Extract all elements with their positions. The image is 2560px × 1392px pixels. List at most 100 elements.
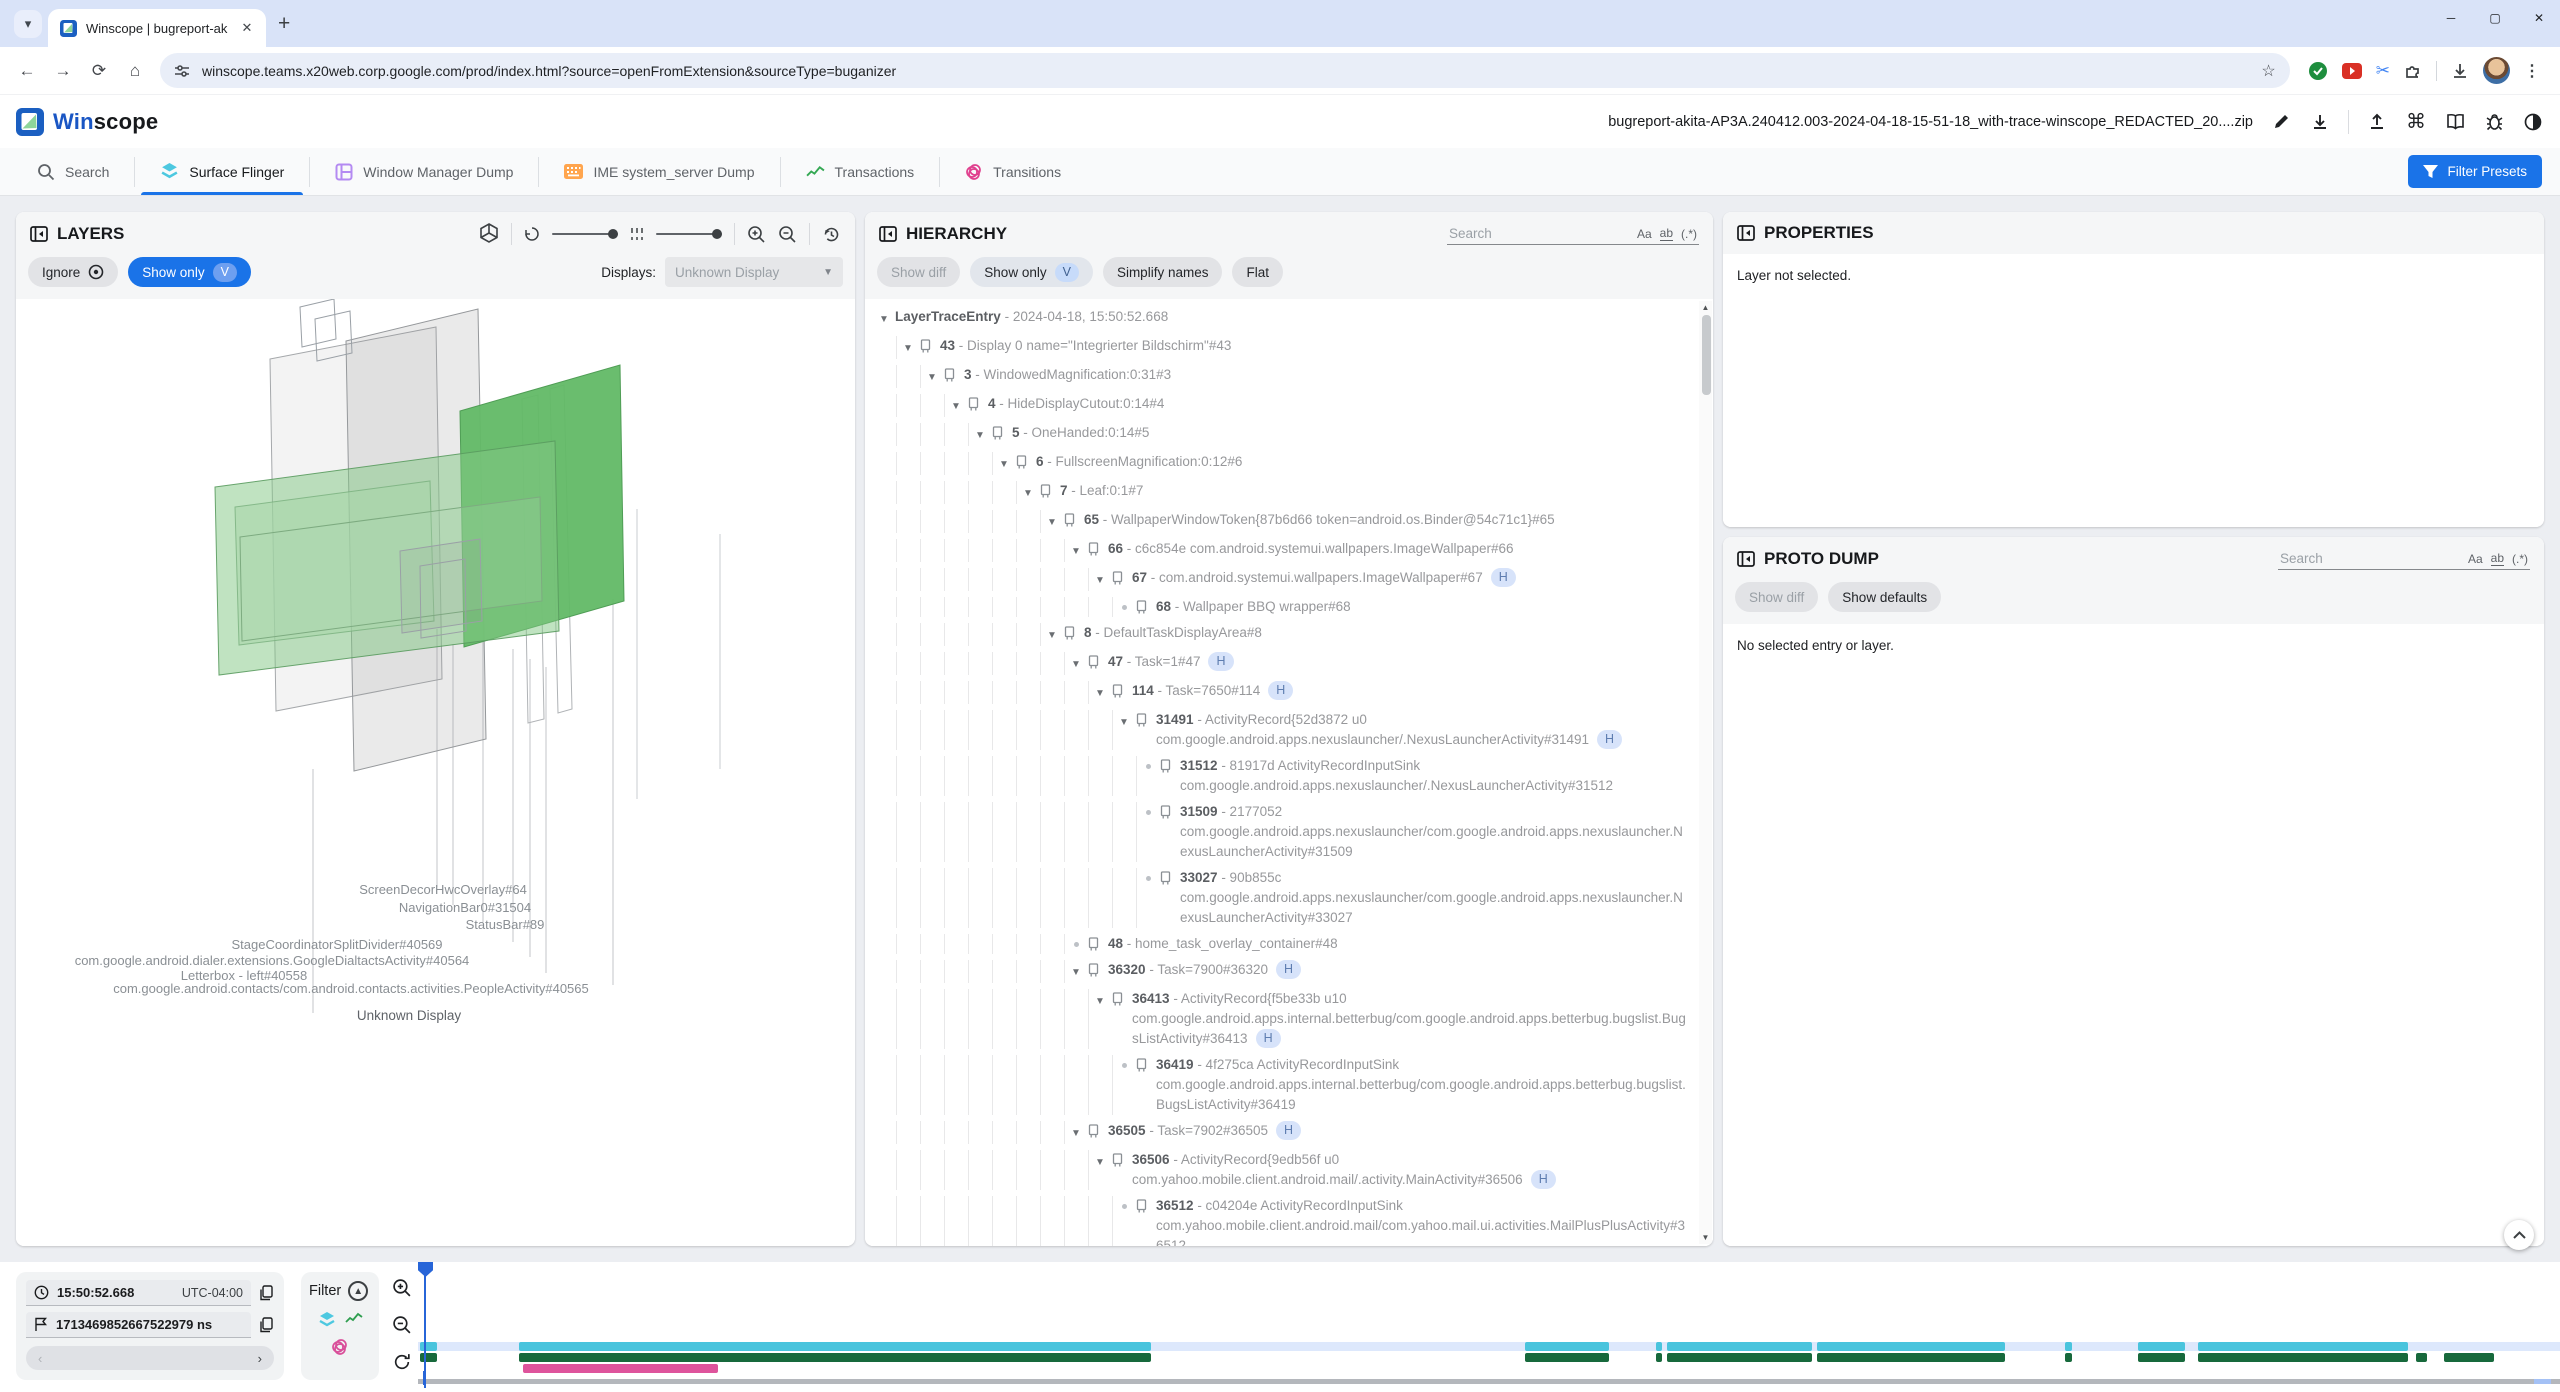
- tree-row[interactable]: ▼ 36413 - ActivityRecord{f5be33b u10 com…: [873, 986, 1699, 1052]
- extensions-puzzle-icon[interactable]: [2404, 62, 2422, 80]
- extension-check-icon[interactable]: [2308, 61, 2328, 81]
- expand-caret-icon[interactable]: ▼: [945, 394, 967, 417]
- tab-close-icon[interactable]: ✕: [238, 19, 256, 37]
- report-bug-icon[interactable]: [2483, 111, 2505, 133]
- expand-caret-icon[interactable]: ▼: [1065, 960, 1087, 983]
- browser-menu-icon[interactable]: ⋮: [2524, 61, 2540, 81]
- copy-icon[interactable]: [259, 1285, 274, 1301]
- forward-icon[interactable]: →: [46, 54, 80, 88]
- expand-caret-icon[interactable]: ▼: [921, 365, 943, 388]
- tree-row[interactable]: ▼ 68 - Wallpaper BBQ wrapper#68: [873, 594, 1699, 620]
- reload-icon[interactable]: ⟳: [82, 54, 116, 88]
- profile-avatar[interactable]: [2483, 57, 2510, 84]
- layer-rect[interactable]: [300, 299, 336, 347]
- expand-caret-icon[interactable]: ▼: [1065, 539, 1087, 562]
- zoom-in-icon[interactable]: [747, 225, 766, 244]
- expand-caret-icon[interactable]: ▼: [1089, 989, 1111, 1012]
- simplify-names-chip[interactable]: Simplify names: [1103, 257, 1223, 287]
- browser-tab[interactable]: Winscope | bugreport-ak ✕: [48, 9, 266, 47]
- timeline-segment[interactable]: [2065, 1353, 2071, 1362]
- timeline-segment[interactable]: [2138, 1353, 2185, 1362]
- tree-row[interactable]: ▼ 31509 - 2177052 com.google.android.app…: [873, 799, 1699, 865]
- tree-row[interactable]: ▼ 31491 - ActivityRecord{52d3872 u0 com.…: [873, 707, 1699, 753]
- timeline-cursor-marker[interactable]: [418, 1262, 433, 1277]
- tree-row[interactable]: ▼ 36512 - c04204e ActivityRecordInputSin…: [873, 1193, 1699, 1246]
- timeline-segment[interactable]: [1656, 1353, 1662, 1362]
- bookmark-star-icon[interactable]: ☆: [2261, 61, 2275, 81]
- timeline-segment[interactable]: [420, 1353, 437, 1362]
- regex-icon[interactable]: (.*): [2512, 552, 2528, 566]
- download-trace-icon[interactable]: [2309, 111, 2331, 133]
- tree-row[interactable]: ▼ 67 - com.android.systemui.wallpapers.I…: [873, 565, 1699, 594]
- upload-icon[interactable]: [2366, 111, 2388, 133]
- hierarchy-search[interactable]: Aa ab (.*): [1447, 223, 1699, 245]
- timeline-segment[interactable]: [1667, 1342, 1813, 1351]
- transactions-trace-icon[interactable]: [345, 1311, 363, 1329]
- match-word-icon[interactable]: ab: [1660, 226, 1673, 241]
- expand-caret-icon[interactable]: ▼: [1041, 623, 1063, 646]
- home-icon[interactable]: ⌂: [118, 54, 152, 88]
- copy-icon[interactable]: [259, 1317, 274, 1333]
- expand-caret-icon[interactable]: ▼: [1113, 710, 1135, 733]
- window-maximize-button[interactable]: ▢: [2478, 6, 2512, 30]
- entry-stepper[interactable]: ‹ ›: [26, 1346, 274, 1370]
- zoom-out-icon[interactable]: [778, 225, 797, 244]
- tab-transactions[interactable]: Transactions: [781, 148, 940, 195]
- rotation-slider[interactable]: [552, 233, 618, 235]
- timeline-segment[interactable]: [420, 1342, 437, 1351]
- flat-chip[interactable]: Flat: [1232, 257, 1283, 287]
- human-time-field[interactable]: 15:50:52.668 UTC-04:00: [26, 1280, 251, 1306]
- expand-caret-icon[interactable]: ▼: [993, 452, 1015, 475]
- expand-caret-icon[interactable]: ▼: [969, 423, 991, 446]
- expand-caret-icon[interactable]: ▼: [897, 336, 919, 359]
- timeline-segment[interactable]: [2065, 1342, 2071, 1351]
- tree-row[interactable]: ▼ 36419 - 4f275ca ActivityRecordInputSin…: [873, 1052, 1699, 1118]
- tab-transitions[interactable]: Transitions: [940, 148, 1086, 195]
- timeline-segment[interactable]: [519, 1342, 1151, 1351]
- timeline-segment[interactable]: [2416, 1353, 2427, 1362]
- match-case-icon[interactable]: Aa: [1637, 227, 1652, 241]
- show-only-chip[interactable]: Show only V: [970, 257, 1093, 287]
- window-minimize-button[interactable]: ─: [2434, 6, 2468, 30]
- expand-caret-icon[interactable]: ▼: [1065, 1121, 1087, 1144]
- tree-row[interactable]: ▼ 31512 - 81917d ActivityRecordInputSink…: [873, 753, 1699, 799]
- dark-mode-icon[interactable]: [2522, 111, 2544, 133]
- layer-rect[interactable]: [400, 539, 482, 633]
- tree-row[interactable]: ▼ 66 - c6c854e com.android.systemui.wall…: [873, 536, 1699, 565]
- expand-caret-icon[interactable]: ▼: [1089, 1150, 1111, 1173]
- downloads-icon[interactable]: [2451, 62, 2469, 80]
- tab-search[interactable]: Search: [12, 148, 134, 195]
- timeline-segment[interactable]: [2198, 1342, 2408, 1351]
- tree-row[interactable]: ▼ 36505 - Task=7902#36505H: [873, 1118, 1699, 1147]
- timeline-segment[interactable]: [2444, 1353, 2493, 1362]
- timeline-segment[interactable]: [2138, 1342, 2185, 1351]
- transitions-segments-row[interactable]: [418, 1364, 2560, 1373]
- tab-ime-system-server-dump[interactable]: IME system_server Dump: [539, 148, 779, 195]
- timeline-canvas[interactable]: [418, 1262, 2560, 1392]
- transactions-segments-row[interactable]: [418, 1353, 2560, 1362]
- extension-video-icon[interactable]: [2342, 63, 2362, 79]
- match-case-icon[interactable]: Aa: [2468, 552, 2483, 566]
- timeline-zoom-out-icon[interactable]: [392, 1315, 412, 1335]
- timeline-segment[interactable]: [1667, 1353, 1813, 1362]
- tree-row[interactable]: ▼ 7 - Leaf:0:1#7: [873, 478, 1699, 507]
- tree-row[interactable]: ▼ 48 - home_task_overlay_container#48: [873, 931, 1699, 957]
- documentation-book-icon[interactable]: [2444, 111, 2466, 133]
- 3d-view-icon[interactable]: [479, 223, 499, 245]
- timeline-scrollbar[interactable]: [418, 1379, 2560, 1384]
- window-close-button[interactable]: ✕: [2522, 6, 2556, 30]
- proto-search-input[interactable]: [2280, 551, 2460, 566]
- tree-row[interactable]: ▼ 43 - Display 0 name="Integrierter Bild…: [873, 333, 1699, 362]
- rects-3d-view[interactable]: ScreenDecorHwcOverlay#64NavigationBar0#3…: [16, 299, 855, 1246]
- tree-row[interactable]: ▼ 5 - OneHanded:0:14#5: [873, 420, 1699, 449]
- tree-row[interactable]: ▼ 3 - WindowedMagnification:0:31#3: [873, 362, 1699, 391]
- timeline-segment[interactable]: [2198, 1353, 2408, 1362]
- show-only-chip[interactable]: Show only V: [128, 257, 251, 287]
- tab-surface-flinger[interactable]: Surface Flinger: [135, 148, 309, 195]
- tree-row[interactable]: ▼ 36320 - Task=7900#36320H: [873, 957, 1699, 986]
- timeline-segment[interactable]: [1656, 1342, 1662, 1351]
- timeline-zoom-in-icon[interactable]: [392, 1278, 412, 1298]
- omnibox[interactable]: winscope.teams.x20web.corp.google.com/pr…: [160, 53, 2290, 88]
- expand-caret-icon[interactable]: ▼: [1041, 510, 1063, 533]
- spacing-slider[interactable]: [656, 233, 722, 235]
